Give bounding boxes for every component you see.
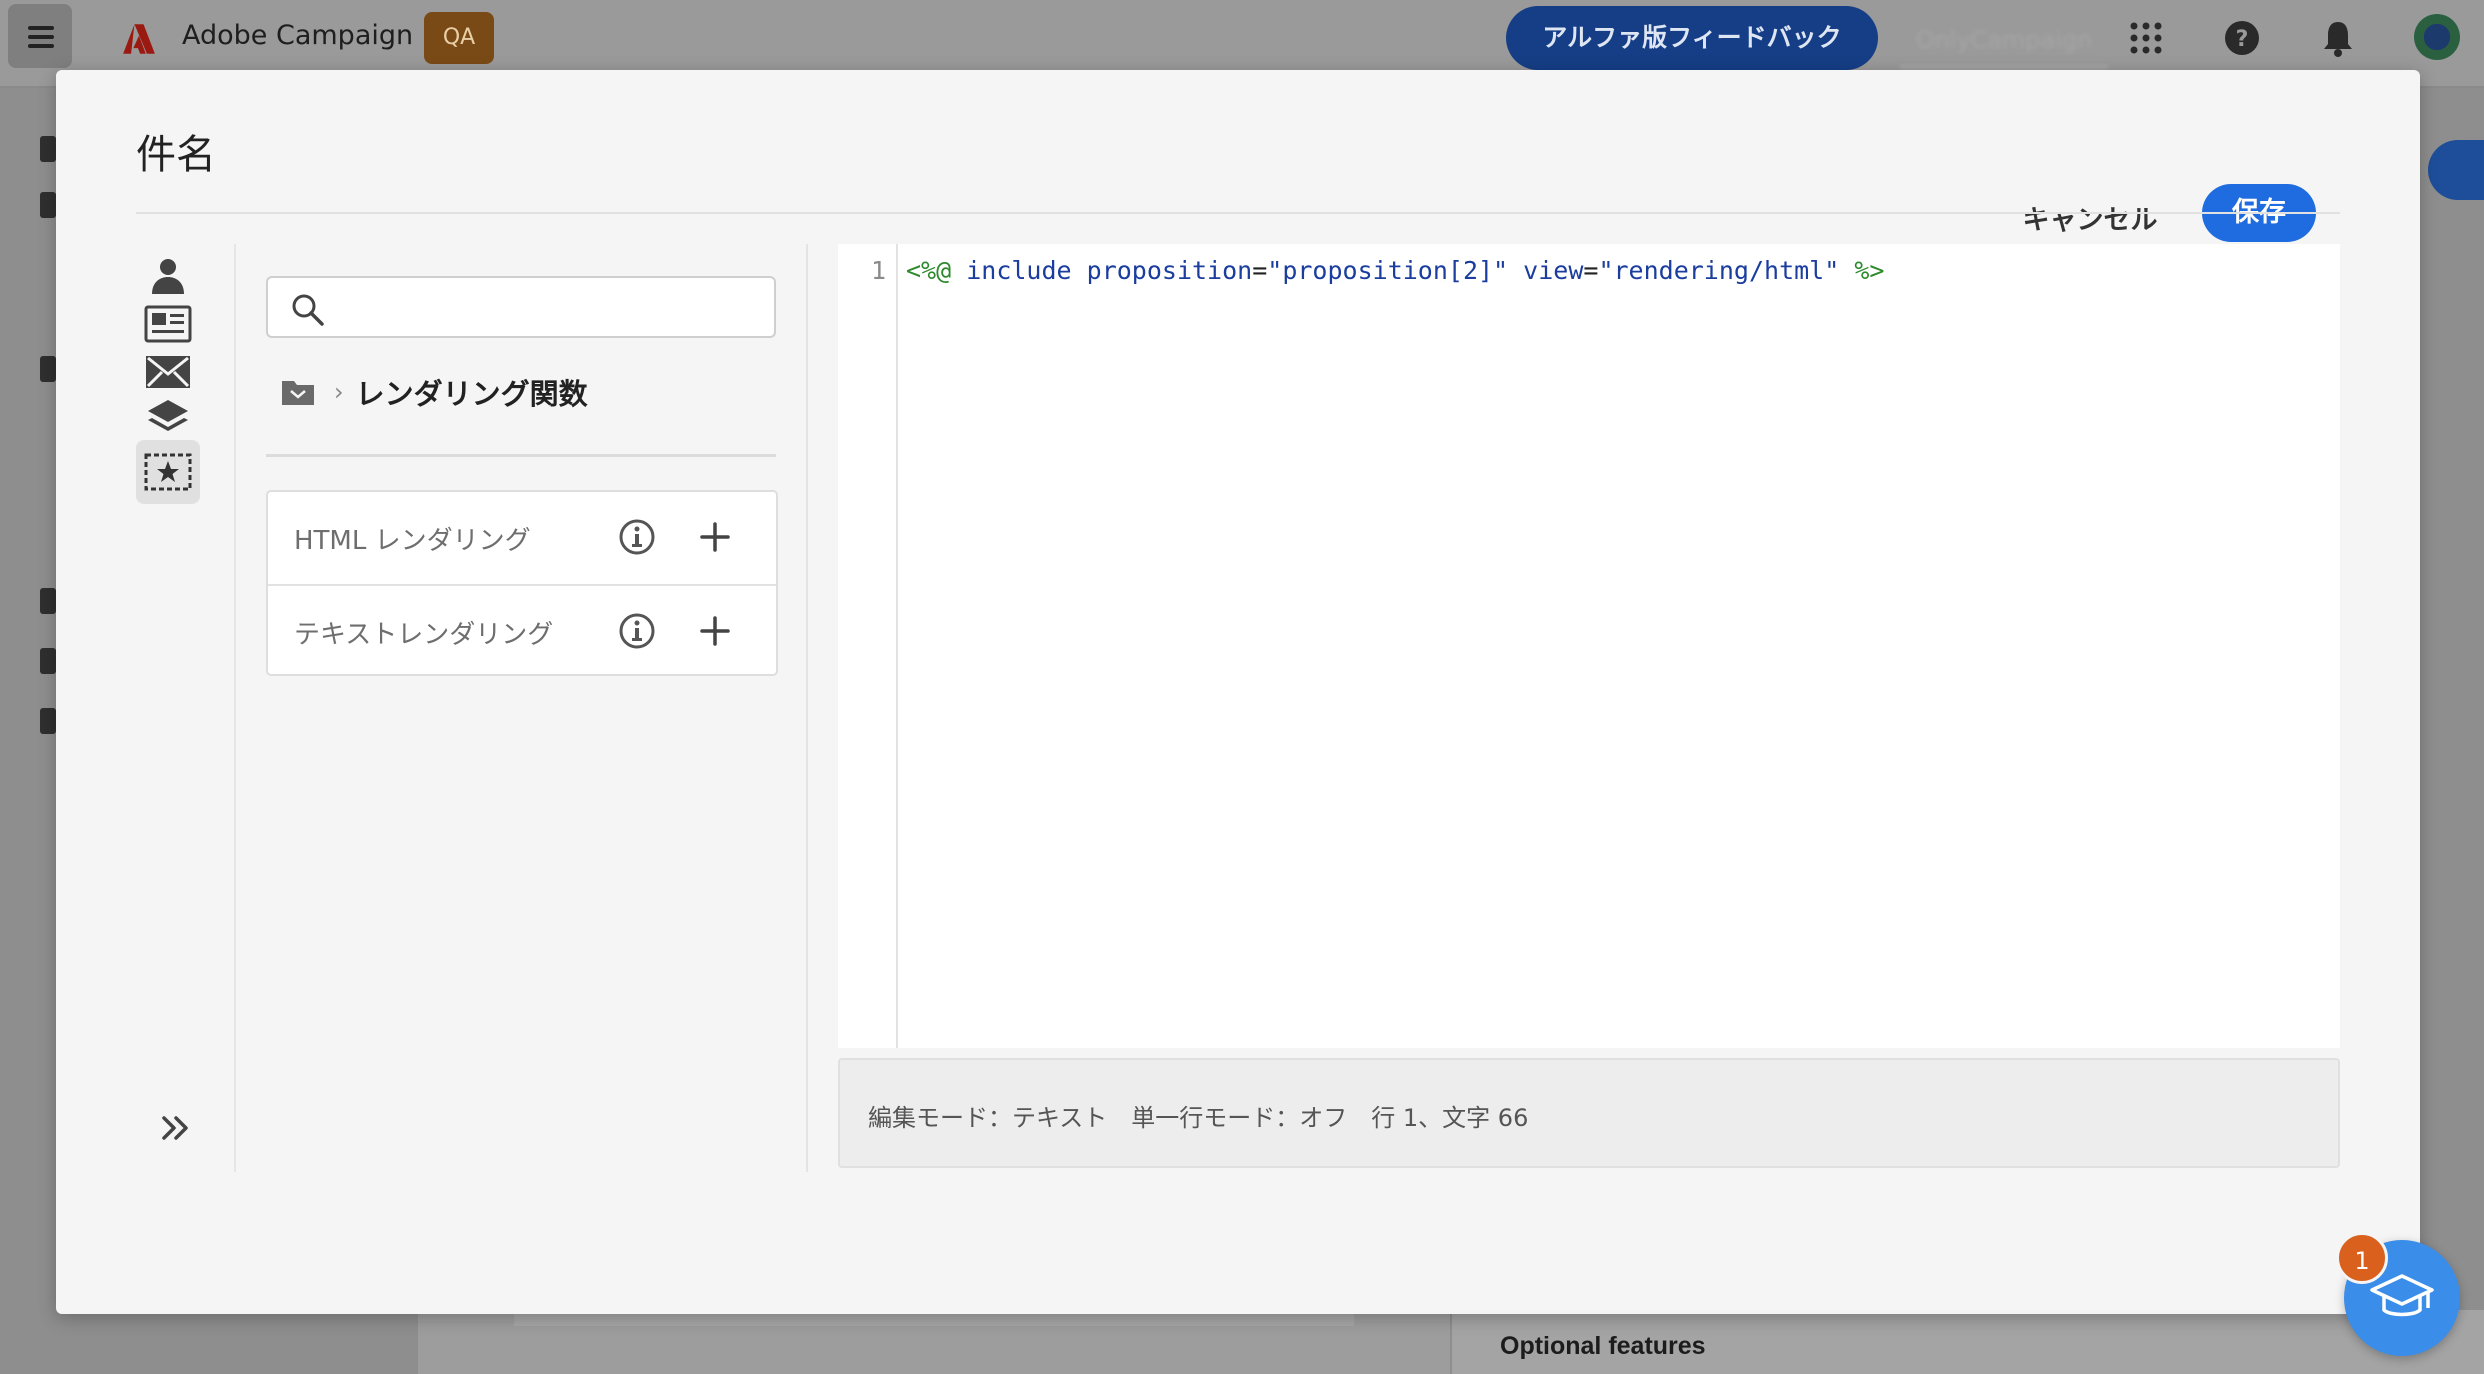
cancel-button[interactable]: キャンセル (1990, 192, 2190, 250)
expression-editor-dialog: 件名 キャンセル 保存 › レンダリング関数 HTML レンダリング テキストレ… (56, 70, 2420, 1314)
code-token-attr-value: "proposition[2]" (1267, 256, 1509, 285)
dialog-title: 件名 (136, 132, 216, 178)
list-item[interactable]: テキストレンダリング (268, 584, 776, 678)
code-line[interactable]: <%@ include proposition="proposition[2]"… (906, 256, 1884, 285)
info-icon[interactable] (618, 612, 656, 650)
breadcrumb-current: レンダリング関数 (355, 377, 588, 411)
line-number: 1 (870, 256, 886, 285)
folder-icon[interactable] (280, 377, 316, 407)
header-divider (136, 212, 2340, 214)
user-avatar[interactable] (2414, 14, 2460, 60)
feedback-button[interactable]: アルファ版フィードバック (1506, 6, 1878, 70)
svg-text:?: ? (2236, 27, 2249, 52)
chevron-right-icon: › (334, 378, 344, 406)
code-editor[interactable]: 1 <%@ include proposition="proposition[2… (838, 244, 2340, 1048)
menu-icon[interactable] (8, 4, 72, 68)
background-left-nav (0, 88, 60, 1374)
line-number-gutter: 1 (838, 244, 898, 1048)
code-token-attr-name: proposition (1086, 256, 1253, 285)
help-icon[interactable]: ? (2222, 18, 2262, 58)
code-token-open: <%@ (906, 256, 952, 285)
notifications-bell-icon[interactable] (2318, 18, 2358, 58)
optional-features-heading: Optional features (1500, 1332, 1706, 1360)
breadcrumb: › レンダリング関数 (280, 372, 588, 412)
status-text: 編集モード：テキスト 単一行モード：オフ 行 1、文字 66 (868, 1104, 1529, 1132)
code-token-attr-value: "rendering/html" (1598, 256, 1840, 285)
search-icon (292, 294, 324, 326)
info-icon[interactable] (618, 518, 656, 556)
function-label: HTML レンダリング (294, 526, 531, 556)
environment-badge: QA (424, 12, 494, 64)
search-field[interactable] (266, 276, 776, 338)
list-divider (266, 454, 776, 457)
app-name: Adobe Campaign (182, 20, 414, 51)
function-label: テキストレンダリング (294, 620, 554, 650)
apps-grid-icon[interactable] (2126, 18, 2166, 58)
adobe-logo-icon (123, 24, 155, 54)
expand-rail-icon[interactable] (152, 1104, 200, 1152)
add-icon[interactable] (698, 614, 732, 648)
personalization-star-icon[interactable] (136, 440, 200, 504)
code-token-attr-name: view (1523, 256, 1584, 285)
code-token-close: %> (1854, 256, 1885, 285)
rail-divider (234, 244, 236, 1172)
editor-status-bar: 編集モード：テキスト 単一行モード：オフ 行 1、文字 66 (838, 1058, 2340, 1168)
function-list: HTML レンダリング テキストレンダリング (266, 490, 778, 676)
column-divider (806, 244, 808, 1172)
search-input[interactable] (338, 286, 762, 330)
background-action-button (2428, 140, 2484, 200)
list-item[interactable]: HTML レンダリング (268, 492, 776, 584)
notification-count-badge: 1 (2336, 1232, 2388, 1284)
add-icon[interactable] (698, 520, 732, 554)
org-switcher[interactable]: OnlyCampaign (1900, 14, 2108, 68)
graduation-cap-icon (2370, 1274, 2434, 1317)
code-token-directive: include (966, 256, 1072, 285)
